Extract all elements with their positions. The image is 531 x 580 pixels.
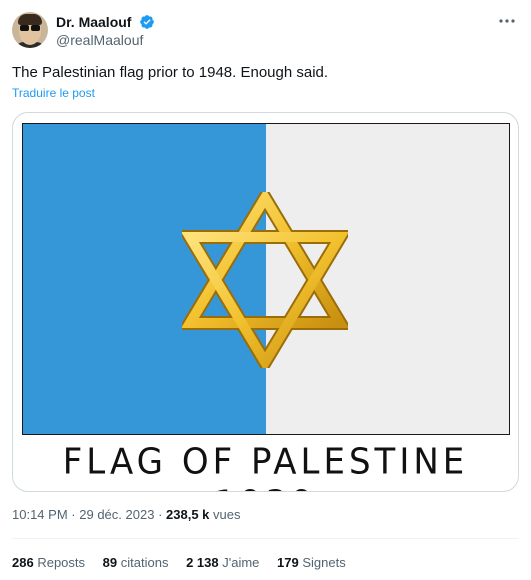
tweet-media[interactable]: FLAG OF PALESTINE 1939	[12, 112, 519, 492]
bookmarks-count: 179	[277, 555, 299, 570]
likes-stat[interactable]: 2 138 J'aime	[186, 555, 259, 570]
star-of-david-icon	[182, 192, 348, 368]
quotes-label: citations	[120, 555, 169, 570]
reposts-stat[interactable]: 286 Reposts	[12, 555, 85, 570]
more-options-icon[interactable]	[497, 14, 517, 28]
tweet-time[interactable]: 10:14 PM	[12, 507, 68, 522]
views-label: vues	[213, 507, 241, 522]
quotes-count: 89	[102, 555, 118, 570]
tweet-header: Dr. Maalouf @realMaalouf	[12, 12, 519, 52]
flag-image	[22, 123, 510, 435]
user-handle[interactable]: @realMaalouf	[56, 31, 155, 49]
engagement-stats: 286 Reposts 89 citations 2 138 J'aime 17…	[12, 555, 360, 570]
reposts-count: 286	[12, 555, 34, 570]
reposts-label: Reposts	[37, 555, 86, 570]
likes-count: 2 138	[186, 555, 219, 570]
avatar[interactable]	[12, 12, 48, 48]
views-count: 238,5 k	[166, 507, 210, 522]
author-names: Dr. Maalouf @realMaalouf	[56, 13, 155, 49]
verified-badge-icon[interactable]	[139, 14, 155, 30]
divider	[12, 538, 519, 539]
tweet-text: The Palestinian flag prior to 1948. Enou…	[12, 64, 329, 81]
display-name[interactable]: Dr. Maalouf	[56, 13, 131, 31]
flag-caption: FLAG OF PALESTINE 1939	[62, 441, 469, 491]
bookmarks-label: Signets	[302, 555, 346, 570]
quotes-stat[interactable]: 89 citations	[103, 555, 169, 570]
bookmarks-stat[interactable]: 179 Signets	[277, 555, 346, 570]
tweet-date[interactable]: 29 déc. 2023	[79, 507, 154, 522]
translate-post-link[interactable]: Traduire le post	[12, 86, 95, 100]
likes-label: J'aime	[222, 555, 260, 570]
tweet-meta: 10:14 PM · 29 déc. 2023 · 238,5 k vues	[12, 507, 241, 522]
meta-separator: ·	[71, 507, 76, 522]
meta-separator: ·	[158, 507, 163, 522]
